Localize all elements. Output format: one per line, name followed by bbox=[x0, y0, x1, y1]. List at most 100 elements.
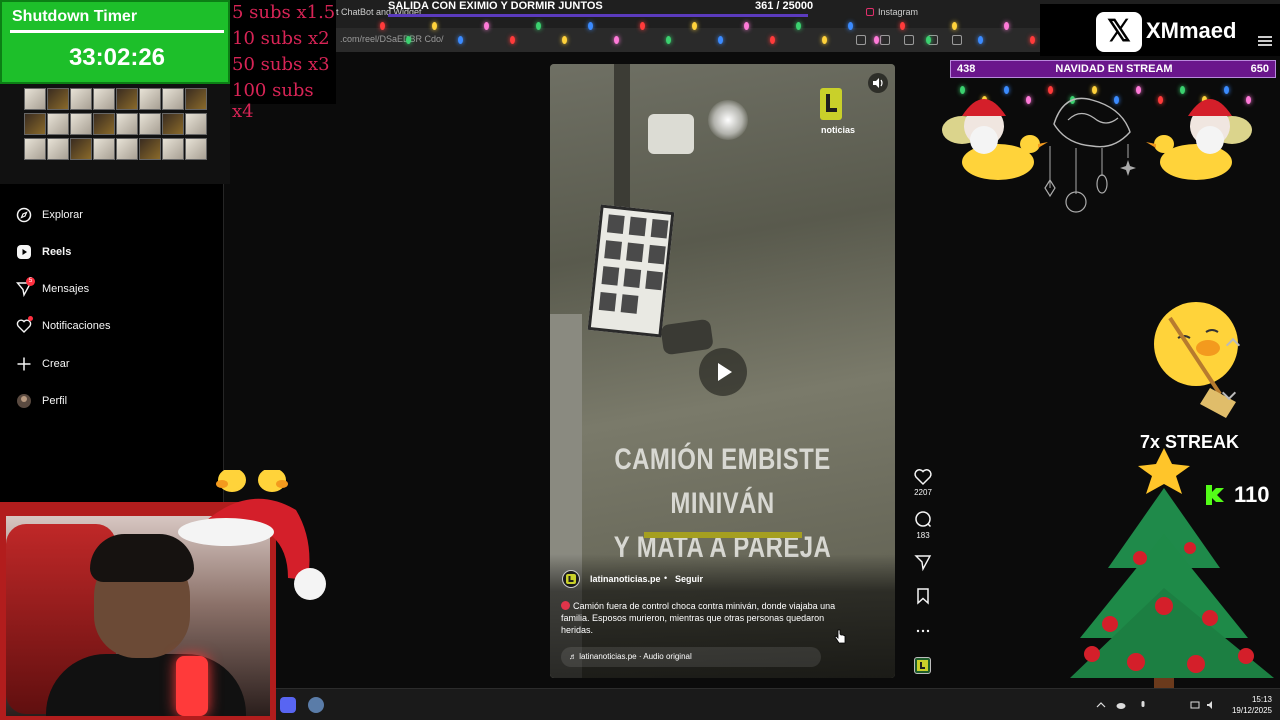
goal-thumbnail bbox=[116, 88, 138, 110]
latina-avatar-icon bbox=[566, 574, 576, 584]
santa-duck-icon bbox=[942, 99, 1048, 180]
microphone-icon bbox=[176, 656, 208, 716]
url-text[interactable]: .com/reel/DSaEDBR Cdo/ bbox=[340, 34, 444, 44]
christmas-tree-icon bbox=[1070, 448, 1274, 698]
tab-instagram[interactable]: Instagram bbox=[866, 7, 918, 17]
christmas-light-bulb bbox=[1030, 36, 1035, 44]
audio-thumbnail[interactable] bbox=[914, 657, 931, 674]
goal-thumbnail bbox=[70, 88, 92, 110]
christmas-light-bulb bbox=[770, 36, 775, 44]
sidebar-item-label: Reels bbox=[42, 246, 72, 258]
goal-thumbnail bbox=[162, 113, 184, 135]
reel-pole bbox=[614, 64, 630, 214]
taskbar-date[interactable]: 19/12/2025 bbox=[1224, 706, 1272, 715]
extension-icon[interactable] bbox=[880, 35, 890, 45]
christmas-light-bulb bbox=[380, 22, 385, 30]
account-avatar[interactable] bbox=[562, 570, 580, 588]
poster-cell bbox=[604, 240, 622, 260]
poster-cell bbox=[623, 268, 642, 288]
goal-thumbnail bbox=[139, 113, 161, 135]
menu-icon[interactable] bbox=[1258, 36, 1272, 46]
goal-thumbnail bbox=[162, 88, 184, 110]
christmas-light-bulb bbox=[822, 36, 827, 44]
latina-logo-icon bbox=[820, 88, 842, 120]
sidebar-item-mensajes[interactable]: 5 Mensajes bbox=[15, 277, 89, 298]
navidad-title: NAVIDAD EN STREAM bbox=[1055, 63, 1173, 75]
follow-button[interactable]: Seguir bbox=[675, 574, 703, 584]
stream-goal-progress bbox=[388, 14, 808, 17]
cloud-icon[interactable] bbox=[1116, 700, 1126, 710]
send-icon bbox=[914, 555, 932, 572]
extension-icon[interactable] bbox=[856, 35, 866, 45]
subs-rule: 10 subs x2 bbox=[232, 28, 330, 49]
brand-label: noticias bbox=[821, 125, 856, 135]
messages-badge: 5 bbox=[26, 277, 35, 286]
christmas-light-bulb bbox=[406, 36, 411, 44]
volume-icon[interactable] bbox=[1206, 700, 1216, 710]
xmmaed-banner: 𝕏 XMmaed bbox=[1040, 4, 1280, 56]
christmas-light-bulb bbox=[744, 22, 749, 30]
christmas-light-bulb bbox=[458, 36, 463, 44]
sidebar-item-notificaciones[interactable]: Notificaciones bbox=[16, 316, 110, 335]
sidebar-item-crear[interactable]: Crear bbox=[16, 355, 70, 373]
speaker-icon bbox=[873, 78, 883, 88]
heart-icon bbox=[16, 316, 33, 334]
chevron-up-tray-icon[interactable] bbox=[1096, 700, 1106, 710]
discord-icon[interactable] bbox=[280, 697, 296, 713]
christmas-light-bulb bbox=[978, 36, 983, 44]
like-button[interactable] bbox=[912, 466, 934, 488]
shutdown-timer-widget: Shutdown Timer 33:02:26 bbox=[0, 0, 230, 84]
christmas-light-bulb bbox=[874, 36, 879, 44]
christmas-light-bulb bbox=[510, 36, 515, 44]
goal-thumbnail bbox=[162, 138, 184, 160]
sidebar-item-explorar[interactable]: Explorar bbox=[16, 206, 83, 224]
x-logo-icon: 𝕏 bbox=[1096, 12, 1142, 52]
sidebar-item-perfil[interactable]: Perfil bbox=[16, 392, 67, 410]
sidebar-item-reels[interactable]: Reels bbox=[16, 243, 71, 261]
poster-cell bbox=[620, 294, 639, 314]
subs-rule: 5 subs x1.5 bbox=[232, 2, 336, 23]
more-options-button[interactable] bbox=[912, 620, 934, 642]
poster-cell bbox=[628, 216, 647, 237]
headline-underline bbox=[644, 532, 802, 538]
subs-rule: 50 subs x3 bbox=[232, 54, 330, 75]
extension-icon[interactable] bbox=[952, 35, 962, 45]
red-dot-icon bbox=[561, 601, 570, 610]
settings-gear-icon[interactable] bbox=[308, 697, 324, 713]
christmas-light-bulb bbox=[926, 36, 931, 44]
timer-divider bbox=[10, 30, 224, 33]
extension-icon[interactable] bbox=[904, 35, 914, 45]
feliz-navidad-ornament-icon bbox=[1044, 97, 1136, 213]
sidebar-item-label: Crear bbox=[42, 358, 70, 370]
caption-text: Camión fuera de control choca contra min… bbox=[561, 601, 836, 635]
christmas-light-bulb bbox=[1004, 22, 1009, 30]
christmas-light-bulb bbox=[536, 22, 541, 30]
audio-link[interactable]: ♬ latinanoticias.pe · Audio original bbox=[561, 647, 821, 667]
play-button[interactable] bbox=[699, 348, 747, 396]
reel-video[interactable]: noticias CAMIÓN EMBISTE MINIVÁN Y MATA A… bbox=[550, 64, 895, 678]
account-name[interactable]: latinanoticias.pe bbox=[590, 574, 661, 584]
microphone-tray-icon[interactable] bbox=[1138, 700, 1148, 710]
reel-headline: CAMIÓN EMBISTE MINIVÁN Y MATA A PAREJA bbox=[585, 438, 861, 570]
like-count: 2207 bbox=[914, 488, 932, 497]
network-icon[interactable] bbox=[1190, 700, 1200, 710]
comment-button[interactable] bbox=[912, 508, 934, 530]
christmas-light-bulb bbox=[692, 22, 697, 30]
comment-count: 183 bbox=[916, 531, 930, 540]
goal-thumbnail bbox=[185, 88, 207, 110]
timer-title: Shutdown Timer bbox=[12, 8, 138, 25]
save-button[interactable] bbox=[912, 585, 934, 607]
goal-thumbnail bbox=[70, 113, 92, 135]
goal-thumbnails-panel bbox=[0, 84, 230, 184]
share-button[interactable] bbox=[912, 551, 934, 573]
mute-button[interactable] bbox=[868, 73, 888, 93]
reel-caption: Camión fuera de control choca contra min… bbox=[561, 600, 841, 636]
taskbar-time[interactable]: 15:13 bbox=[1246, 695, 1272, 704]
stream-title: SALIDA CON EXIMIO Y DORMIR JUNTOS bbox=[388, 0, 603, 12]
poster-cell bbox=[647, 244, 666, 265]
notification-dot bbox=[28, 316, 33, 321]
compass-icon bbox=[16, 207, 32, 223]
poster-cell bbox=[626, 242, 644, 263]
christmas-light-bulb bbox=[848, 22, 853, 30]
goal-thumbnail bbox=[93, 88, 115, 110]
